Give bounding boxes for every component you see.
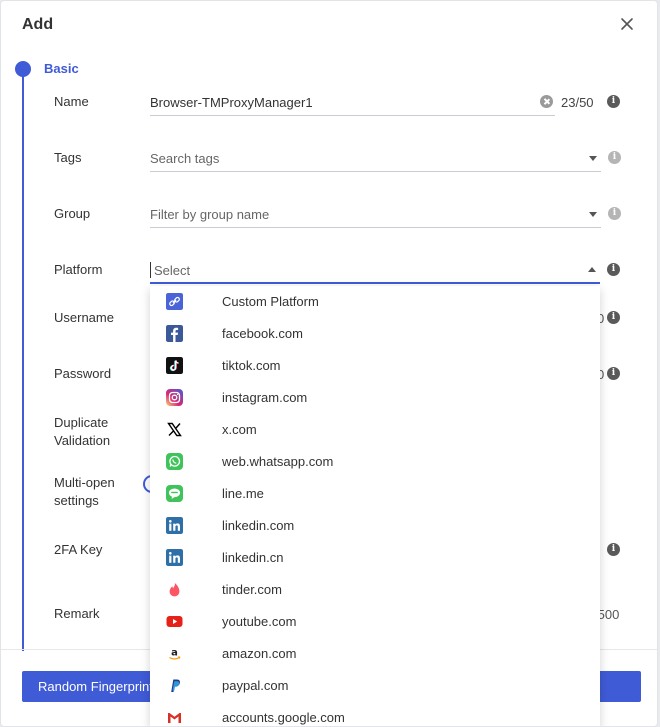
platform-option-tinder[interactable]: tinder.com <box>150 574 600 606</box>
amazon-icon: a <box>166 645 183 662</box>
platform-option-paypal[interactable]: paypal.com <box>150 670 600 702</box>
section-basic-label: Basic <box>44 61 79 76</box>
info-icon: i <box>607 367 620 380</box>
platform-option-custom[interactable]: Custom Platform <box>150 286 600 318</box>
2fa-key-label: 2FA Key <box>54 542 103 557</box>
chevron-down-icon[interactable] <box>589 212 597 217</box>
option-label: line.me <box>222 486 264 501</box>
tinder-icon <box>166 581 183 598</box>
platform-option-line[interactable]: line.me <box>150 478 600 510</box>
platform-option-facebook[interactable]: facebook.com <box>150 318 600 350</box>
svg-text:a: a <box>171 648 178 659</box>
info-icon: i <box>607 263 620 276</box>
link-icon <box>166 293 183 310</box>
platform-dropdown: Custom Platform facebook.com tiktok.com … <box>150 286 600 726</box>
platform-label: Platform <box>54 262 103 277</box>
platform-option-linkedin-cn[interactable]: linkedin.cn <box>150 542 600 574</box>
linkedin-icon <box>166 549 183 566</box>
platform-option-google[interactable]: accounts.google.com <box>150 702 600 726</box>
info-icon: i <box>608 207 621 220</box>
option-label: Custom Platform <box>222 294 319 309</box>
tags-label: Tags <box>54 150 82 165</box>
platform-option-amazon[interactable]: a amazon.com <box>150 638 600 670</box>
clear-icon[interactable] <box>540 95 553 108</box>
option-label: linkedin.cn <box>222 550 284 565</box>
platform-option-instagram[interactable]: instagram.com <box>150 382 600 414</box>
option-label: amazon.com <box>222 646 297 661</box>
platform-input[interactable] <box>150 262 600 278</box>
line-icon <box>166 485 183 502</box>
multi-open-label-line1: Multi-open <box>54 475 115 490</box>
chevron-down-icon[interactable] <box>589 156 597 161</box>
info-icon: i <box>607 95 620 108</box>
platform-option-whatsapp[interactable]: web.whatsapp.com <box>150 446 600 478</box>
facebook-icon <box>166 325 183 342</box>
option-label: linkedin.com <box>222 518 295 533</box>
option-label: instagram.com <box>222 390 308 405</box>
add-dialog: Add Basic Name 23/50 i Tags i Group i Pl… <box>0 0 658 727</box>
youtube-icon <box>166 613 183 630</box>
dialog-title: Add <box>22 16 54 33</box>
option-label: web.whatsapp.com <box>222 454 334 469</box>
name-field[interactable] <box>150 88 555 116</box>
remark-label: Remark <box>54 606 100 621</box>
option-label: paypal.com <box>222 678 289 693</box>
name-counter: 23/50 <box>561 95 594 110</box>
timeline-dot <box>15 61 31 77</box>
duplicate-validation-label-line1: Duplicate <box>54 415 109 430</box>
platform-option-tiktok[interactable]: tiktok.com <box>150 350 600 382</box>
random-fingerprint-button[interactable]: Random Fingerprint <box>22 671 162 702</box>
platform-option-x[interactable]: x.com <box>150 414 600 446</box>
whatsapp-icon <box>166 453 183 470</box>
option-label: tiktok.com <box>222 358 281 373</box>
option-label: accounts.google.com <box>222 710 345 725</box>
group-label: Group <box>54 206 91 221</box>
platform-option-linkedin-com[interactable]: linkedin.com <box>150 510 600 542</box>
instagram-icon <box>166 389 183 406</box>
option-label: x.com <box>222 422 257 437</box>
platform-option-youtube[interactable]: youtube.com <box>150 606 600 638</box>
chevron-up-icon[interactable] <box>588 267 596 272</box>
group-input[interactable] <box>150 200 601 228</box>
group-field[interactable] <box>150 200 601 228</box>
tags-field[interactable] <box>150 144 601 172</box>
info-icon: i <box>607 543 620 556</box>
name-label: Name <box>54 94 89 109</box>
tags-input[interactable] <box>150 144 601 172</box>
timeline-line <box>22 73 24 651</box>
platform-field[interactable] <box>150 256 600 284</box>
info-icon: i <box>607 311 620 324</box>
info-icon: i <box>608 151 621 164</box>
paypal-icon <box>166 677 183 694</box>
tiktok-icon <box>166 357 183 374</box>
close-icon[interactable] <box>618 15 636 33</box>
linkedin-icon <box>166 517 183 534</box>
name-input[interactable] <box>150 88 555 116</box>
multi-open-label-line2: settings <box>54 493 99 508</box>
password-label: Password <box>54 366 112 381</box>
option-label: youtube.com <box>222 614 297 629</box>
username-label: Username <box>54 310 114 325</box>
gmail-icon <box>166 709 183 726</box>
option-label: tinder.com <box>222 582 282 597</box>
option-label: facebook.com <box>222 326 303 341</box>
duplicate-validation-label-line2: Validation <box>54 433 111 448</box>
x-icon <box>166 421 183 438</box>
